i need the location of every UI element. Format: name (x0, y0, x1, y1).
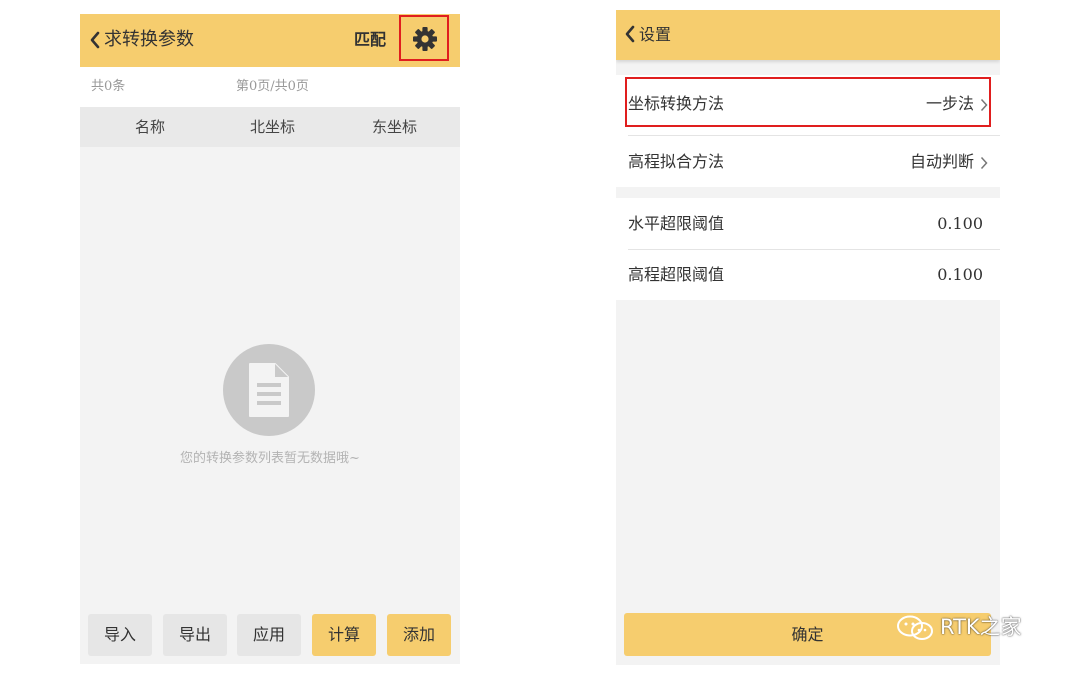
column-header-east[interactable]: 东坐标 (372, 117, 417, 137)
settings-button[interactable] (399, 15, 449, 61)
left-phone-screen: 求转换参数 匹配 共0条 第0页/共0页 名称 北坐标 东坐标 您的转换参数列表… (80, 14, 460, 664)
empty-state-icon (223, 344, 315, 436)
left-header-bar: 求转换参数 匹配 (80, 14, 460, 67)
setting-row-horizontal-threshold[interactable]: 水平超限阈值 0.100 (616, 199, 1000, 249)
right-phone-screen: 设置 坐标转换方法 一步法 高程拟合方法 自动判断 水平超限阈值 0.100 高… (616, 10, 1000, 665)
highlight-box (625, 77, 991, 127)
right-header-bar: 设置 (616, 10, 1000, 60)
page-indicator: 第0页/共0页 (236, 79, 309, 94)
table-header: 名称 北坐标 东坐标 (80, 107, 460, 147)
setting-value: 0.100 (937, 214, 983, 233)
setting-label: 水平超限阈值 (628, 214, 725, 233)
setting-row-height-fit-method[interactable]: 高程拟合方法 自动判断 (616, 137, 1000, 187)
watermark-text: RTK之家 (940, 615, 1022, 639)
match-button[interactable]: 匹配 (354, 28, 386, 52)
setting-value: 0.100 (937, 265, 983, 284)
settings-group-thresholds: 水平超限阈值 0.100 高程超限阈值 0.100 (616, 198, 1000, 300)
record-count: 共0条 (91, 79, 126, 94)
column-header-north[interactable]: 北坐标 (250, 117, 295, 137)
pagination-bar: 共0条 第0页/共0页 (80, 67, 460, 107)
document-icon (249, 363, 289, 417)
chevron-right-icon (980, 156, 988, 170)
apply-button[interactable]: 应用 (237, 614, 301, 656)
settings-title: 设置 (639, 25, 672, 44)
calculate-button[interactable]: 计算 (312, 614, 376, 656)
back-chevron-icon[interactable] (87, 28, 103, 52)
add-button[interactable]: 添加 (387, 614, 451, 656)
setting-label: 高程拟合方法 (628, 152, 725, 171)
setting-label: 高程超限阈值 (628, 265, 725, 284)
import-button[interactable]: 导入 (88, 614, 152, 656)
setting-row-height-threshold[interactable]: 高程超限阈值 0.100 (616, 250, 1000, 300)
divider (628, 135, 1000, 136)
wechat-icon (897, 615, 933, 640)
empty-state-message: 您的转换参数列表暂无数据哦~ (180, 451, 360, 466)
export-button[interactable]: 导出 (163, 614, 227, 656)
column-header-name[interactable]: 名称 (135, 117, 165, 137)
gear-icon (413, 27, 437, 51)
watermark: RTK之家 (896, 611, 1056, 643)
setting-value: 自动判断 (909, 152, 974, 171)
page-title: 求转换参数 (104, 29, 194, 50)
back-chevron-icon[interactable] (622, 22, 638, 46)
